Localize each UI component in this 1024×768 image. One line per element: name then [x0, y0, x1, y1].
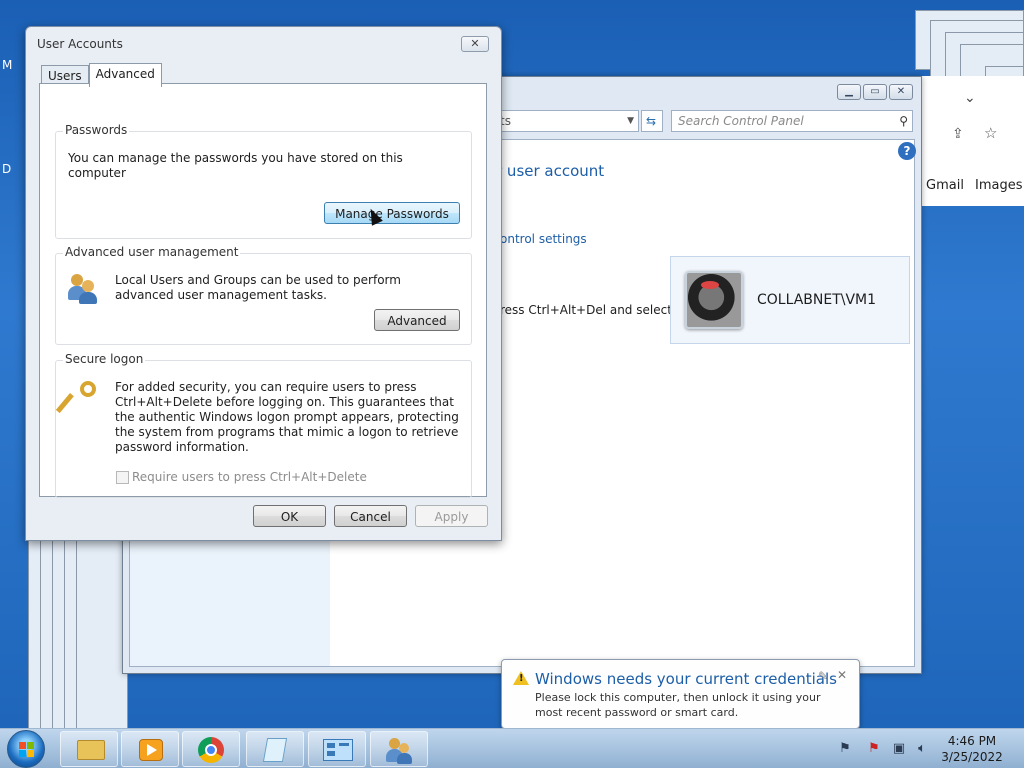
help-icon[interactable]: ?	[898, 142, 916, 160]
user-card: COLLABNET\VM1	[670, 256, 910, 344]
flag-warning-icon[interactable]: ⚑	[866, 741, 882, 757]
dialog-titlebar[interactable]: User Accounts ✕	[26, 27, 501, 61]
page-heading: r user account	[496, 162, 605, 180]
user-accounts-dialog[interactable]: User Accounts ✕ Users Advanced Passwords…	[25, 26, 502, 541]
browser-window-fragment[interactable]: ⌄ ⇪ ☆ Gmail Images	[921, 76, 1024, 206]
notification-title: Windows needs your current credentials	[535, 670, 837, 688]
background-window[interactable]	[76, 520, 128, 730]
action-center-icon[interactable]: ⚑	[837, 741, 853, 757]
user-accounts-icon[interactable]	[370, 731, 428, 767]
clock-date: 3/25/2022	[941, 750, 1003, 764]
maximize-icon[interactable]: ▭	[863, 84, 887, 100]
secure-logon-heading: Secure logon	[63, 352, 146, 366]
advanced-user-management-heading: Advanced user management	[63, 245, 241, 259]
passwords-description: You can manage the passwords you have st…	[68, 151, 403, 180]
images-link[interactable]: Images	[975, 178, 1023, 193]
require-ctrl-alt-delete-checkbox[interactable]	[116, 471, 129, 484]
advanced-tab-panel: Passwords You can manage the passwords y…	[39, 83, 487, 498]
caption-buttons: ▁ ▭ ✕	[837, 84, 913, 100]
credentials-notification[interactable]: ! Windows needs your current credentials…	[501, 659, 860, 729]
close-icon[interactable]: ✕	[889, 84, 913, 100]
desktop-icon-label-fragment: D	[2, 162, 12, 176]
search-placeholder: Search Control Panel	[678, 114, 804, 128]
manage-passwords-button[interactable]: Manage Passwords	[324, 202, 460, 224]
chevron-down-icon[interactable]: ▼	[627, 111, 634, 131]
tab-advanced[interactable]: Advanced	[88, 63, 162, 87]
file-explorer-icon[interactable]	[60, 731, 118, 767]
clock-time: 4:46 PM	[947, 734, 997, 748]
taskbar: ⚑ ⚑ ▣ 🔈︎ 4:46 PM 3/25/2022	[0, 728, 1024, 768]
secure-logon-description: For added security, you can require user…	[115, 380, 459, 454]
clock[interactable]: 4:46 PM 3/25/2022	[932, 733, 1012, 765]
passwords-heading: Passwords	[63, 123, 130, 137]
users-icon	[68, 272, 100, 304]
notepad-icon[interactable]	[246, 731, 304, 767]
require-ctrl-alt-delete-label: Require users to press Ctrl+Alt+Delete	[132, 470, 367, 484]
secure-logon-group: Secure logon For added security, you can…	[55, 352, 472, 498]
start-button[interactable]	[7, 730, 45, 768]
media-player-icon[interactable]	[121, 731, 179, 767]
advanced-user-management-description: Local Users and Groups can be used to pe…	[115, 273, 401, 302]
chrome-icon[interactable]	[182, 731, 240, 767]
refresh-button[interactable]: ⇆	[641, 110, 663, 132]
search-input[interactable]: Search Control Panel ⚲	[671, 110, 913, 132]
minimize-icon[interactable]: ▁	[837, 84, 861, 100]
user-name: COLLABNET\VM1	[757, 292, 877, 308]
cancel-button[interactable]: Cancel	[334, 505, 407, 527]
dialog-title: User Accounts	[37, 37, 123, 51]
windows-logo-icon	[19, 742, 35, 758]
desktop-icon-label-fragment: M	[2, 58, 13, 72]
ok-button[interactable]: OK	[253, 505, 326, 527]
volume-icon[interactable]: 🔈︎	[914, 741, 930, 757]
pin-icon[interactable]: ✎	[818, 669, 828, 683]
chevron-down-icon[interactable]: ⌄	[964, 90, 976, 106]
control-panel-icon[interactable]	[308, 731, 366, 767]
notification-body: Please lock this computer, then unlock i…	[535, 691, 821, 719]
search-icon[interactable]: ⚲	[899, 111, 908, 131]
network-icon[interactable]: ▣	[891, 741, 907, 757]
advanced-button[interactable]: Advanced	[374, 309, 460, 331]
share-icon[interactable]: ⇪	[952, 126, 964, 142]
advanced-user-management-group: Advanced user management Local Users and…	[55, 245, 472, 345]
star-icon[interactable]: ☆	[984, 124, 997, 142]
user-account-control-settings-link[interactable]: ontrol settings	[500, 232, 587, 246]
address-bar[interactable]: ts ▼	[493, 110, 639, 132]
warning-exclamation: !	[519, 673, 524, 684]
close-icon[interactable]: ✕	[461, 36, 489, 52]
avatar	[685, 271, 743, 329]
passwords-group: Passwords You can manage the passwords y…	[55, 123, 472, 239]
close-icon[interactable]: ✕	[837, 668, 847, 682]
apply-button[interactable]: Apply	[415, 505, 488, 527]
key-icon	[55, 379, 100, 414]
gmail-link[interactable]: Gmail	[926, 178, 964, 193]
